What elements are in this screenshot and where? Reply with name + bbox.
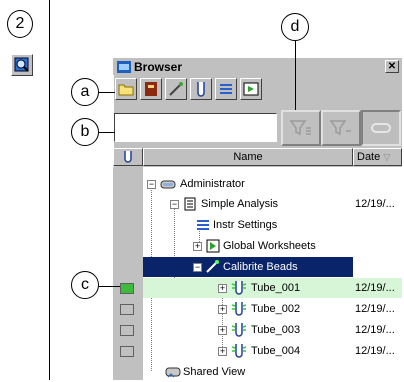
tube-flag[interactable]: [120, 325, 134, 336]
filter-button[interactable]: [281, 110, 321, 146]
expand-icon[interactable]: +: [218, 326, 227, 335]
expand-icon[interactable]: +: [193, 242, 202, 251]
window-titlebar: Browser: [113, 58, 402, 75]
collapse-icon[interactable]: −: [147, 180, 156, 189]
new-worksheet-button[interactable]: [240, 78, 262, 100]
tree-row-specimen-selected[interactable]: − Calibrite Beads: [143, 257, 354, 277]
callout-d: d: [281, 13, 309, 41]
tree-row-tube-004[interactable]: + Tube_004 12/19/...: [143, 341, 402, 361]
browser-title-icon: [117, 60, 131, 73]
tube-flag[interactable]: [120, 346, 134, 357]
experiment-icon: [184, 197, 196, 211]
tree-row-instrument-settings[interactable]: Instr Settings: [143, 215, 402, 235]
tube-icon: [231, 344, 247, 358]
tube-icon: [197, 82, 205, 97]
callout-a: a: [71, 78, 99, 106]
step-number: 2: [7, 10, 33, 38]
filter-clear-button[interactable]: [321, 110, 361, 146]
folder-icon: [118, 84, 134, 96]
name-column-header[interactable]: Name: [143, 148, 353, 166]
beads-icon: [169, 82, 183, 96]
new-tube-button[interactable]: [190, 78, 212, 100]
browser-toggle-button[interactable]: [11, 54, 33, 76]
pill-icon: [371, 123, 391, 133]
tube-icon: [231, 302, 247, 316]
tube-header-icon: [124, 151, 132, 163]
worksheet-icon: [206, 239, 220, 253]
book-icon: [145, 82, 157, 96]
flag-column-header[interactable]: [113, 148, 143, 166]
tree-row-global-worksheets[interactable]: + Global Worksheets: [143, 236, 402, 256]
callout-d-line: [295, 41, 296, 110]
callout-c-line: [99, 286, 120, 287]
expand-icon[interactable]: +: [218, 284, 227, 293]
beads-icon: [206, 260, 219, 273]
instrument-settings-button[interactable]: [215, 78, 237, 100]
divider: [49, 0, 50, 380]
callout-b: b: [71, 118, 99, 146]
tree-row-tube-003[interactable]: + Tube_003 12/19/...: [143, 320, 402, 340]
sort-icon: ▽: [383, 151, 391, 162]
tube-flag[interactable]: [120, 304, 134, 315]
callout-a-line: [99, 92, 115, 93]
tube-pointer-button[interactable]: [361, 110, 401, 146]
current-tube-flag[interactable]: [120, 283, 134, 294]
shared-view-icon: [165, 367, 181, 378]
worksheet-icon: [243, 82, 259, 96]
new-experiment-button[interactable]: [140, 78, 162, 100]
collapse-icon[interactable]: −: [170, 200, 179, 209]
callout-c: c: [71, 271, 99, 299]
new-specimen-button[interactable]: [165, 78, 187, 100]
browser-magnifier-icon: [14, 57, 29, 72]
tube-icon: [231, 281, 247, 295]
tree-row-tube-001[interactable]: + Tube_001 12/19/...: [143, 278, 402, 298]
filter-clear-icon: [329, 120, 351, 136]
close-icon: ✕: [387, 61, 397, 72]
tree-row-tube-002[interactable]: + Tube_002 12/19/...: [143, 299, 402, 319]
close-button[interactable]: ✕: [385, 60, 399, 73]
tree-row-experiment[interactable]: − Simple Analysis 12/19/...: [143, 194, 402, 214]
settings-icon: [197, 220, 209, 230]
window-title: Browser: [134, 59, 183, 74]
filter-icon: [289, 120, 311, 136]
date-column-header[interactable]: Date ▽: [353, 148, 402, 166]
tree-row-shared-view[interactable]: Shared View: [143, 362, 402, 382]
tube-icon: [231, 323, 247, 337]
tree-row-administrator[interactable]: − Administrator: [143, 174, 402, 194]
settings-icon: [220, 84, 232, 94]
callout-b-line: [99, 132, 115, 133]
database-icon: [160, 180, 176, 189]
collapse-icon[interactable]: −: [193, 263, 202, 272]
new-folder-button[interactable]: [115, 78, 137, 100]
search-input[interactable]: [114, 113, 277, 142]
expand-icon[interactable]: +: [218, 347, 227, 356]
expand-icon[interactable]: +: [218, 305, 227, 314]
